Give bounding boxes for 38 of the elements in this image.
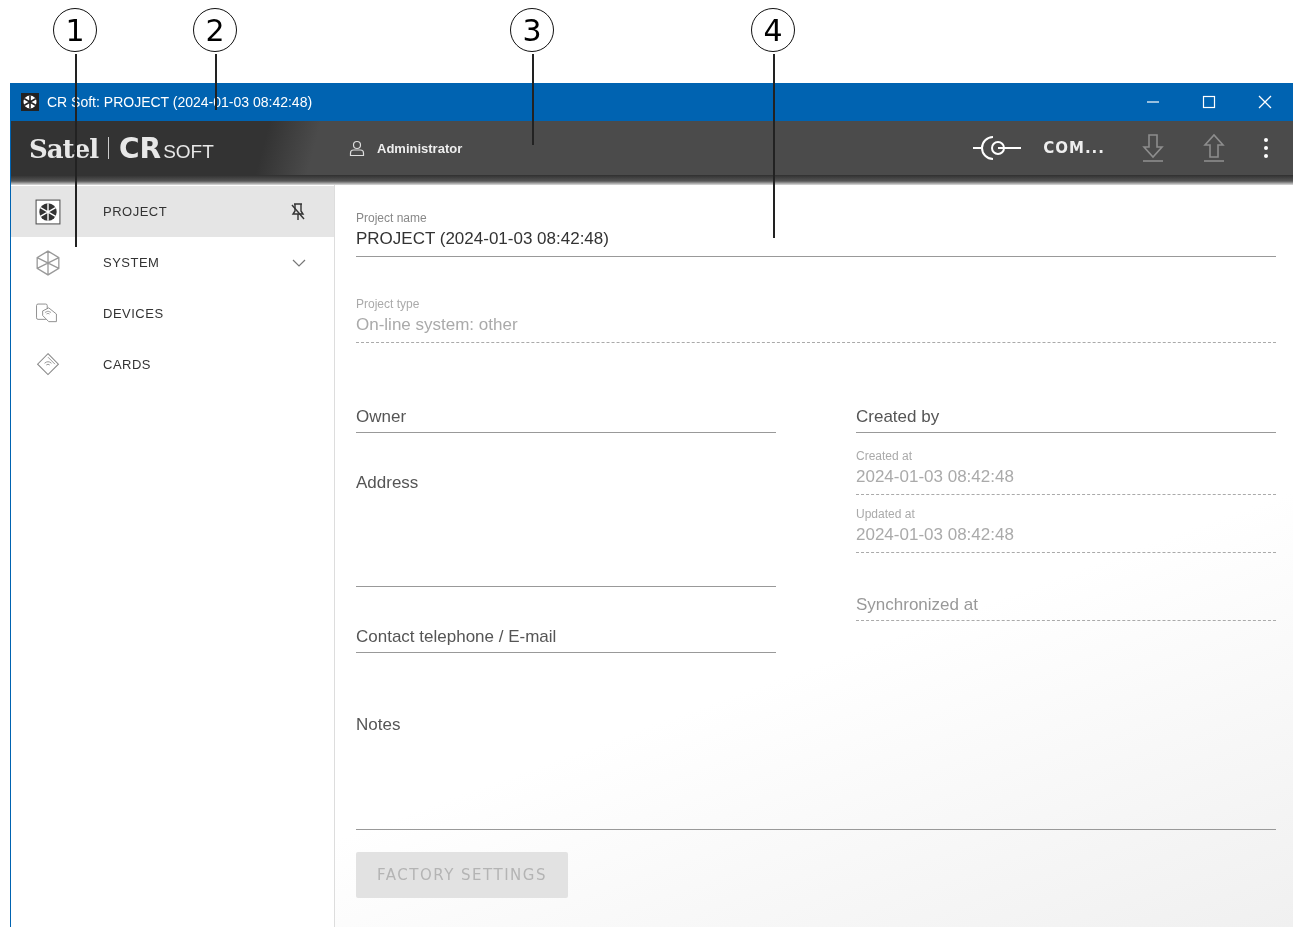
field-value: 2024-01-03 08:42:48 — [856, 525, 1015, 546]
field-value: PROJECT (2024-01-03 08:42:48) — [356, 229, 610, 250]
user-icon — [349, 140, 365, 156]
product-logo-suffix: SOFT — [163, 140, 214, 163]
field-label: Updated at — [856, 507, 916, 521]
project-icon — [35, 198, 61, 225]
system-icon — [35, 249, 61, 276]
cards-icon — [35, 351, 61, 378]
sidebar-item[interactable]: PROJECT — [11, 186, 334, 237]
input-field[interactable]: Created by — [856, 407, 1276, 433]
more-icon[interactable] — [1263, 137, 1269, 159]
field-label: Notes — [356, 715, 402, 736]
callout-number: 1 — [53, 8, 97, 52]
field-label: Project name — [356, 211, 428, 225]
callout-number: 2 — [193, 8, 237, 52]
port-button[interactable]: COM... — [1043, 139, 1105, 157]
input-field[interactable]: Owner — [356, 407, 776, 433]
user-name: Administrator — [377, 140, 463, 156]
notes-field[interactable]: Notes — [356, 715, 1276, 830]
sidebar-item[interactable]: DEVICES — [11, 288, 334, 339]
field-label: Project type — [356, 297, 421, 311]
connection-icon[interactable] — [971, 134, 1024, 162]
callout-number: 4 — [751, 8, 795, 52]
input-field[interactable]: Address — [356, 473, 776, 587]
unpin-icon[interactable] — [290, 202, 306, 221]
leader-line — [215, 54, 217, 110]
chevron-icon[interactable] — [292, 258, 306, 267]
field-value: 2024-01-03 08:42:48 — [856, 467, 1015, 488]
product-logo: CR — [119, 131, 162, 165]
app-icon — [21, 93, 39, 111]
brand-logo: Satel — [29, 133, 99, 164]
sidebar-item[interactable]: SYSTEM — [11, 237, 334, 288]
sidebar-item[interactable]: CARDS — [11, 339, 334, 390]
input-field[interactable]: Contact telephone / E-mail — [356, 627, 776, 653]
project-name-field[interactable]: Project name PROJECT (2024-01-03 08:42:48) — [356, 211, 1276, 257]
field-label: Created at — [856, 449, 914, 463]
callout-number: 3 — [510, 8, 554, 52]
field-value: On-line system: other — [356, 315, 519, 336]
